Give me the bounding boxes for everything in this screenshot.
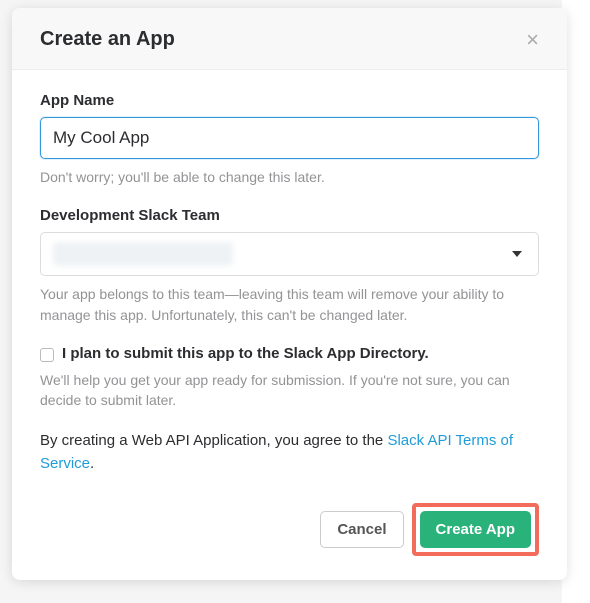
modal-title: Create an App	[40, 28, 175, 51]
create-app-button[interactable]: Create App	[420, 511, 531, 548]
app-name-label: App Name	[40, 92, 539, 109]
submit-directory-helper: We'll help you get your app ready for su…	[40, 370, 539, 411]
dev-team-field: Development Slack Team Your app belongs …	[40, 207, 539, 325]
modal-footer: Cancel Create App	[12, 485, 567, 580]
dev-team-helper: Your app belongs to this team—leaving th…	[40, 284, 539, 325]
create-button-highlight: Create App	[412, 503, 539, 556]
terms-text: By creating a Web API Application, you a…	[40, 430, 539, 475]
modal-header: Create an App ×	[12, 8, 567, 70]
create-app-modal: Create an App × App Name Don't worry; yo…	[12, 8, 567, 580]
chevron-down-icon	[512, 251, 522, 257]
submit-directory-field: I plan to submit this app to the Slack A…	[40, 345, 539, 411]
app-name-helper: Don't worry; you'll be able to change th…	[40, 167, 539, 187]
app-name-field: App Name Don't worry; you'll be able to …	[40, 92, 539, 187]
terms-suffix: .	[90, 455, 94, 472]
submit-directory-checkbox[interactable]	[40, 348, 54, 362]
cancel-button[interactable]: Cancel	[320, 511, 403, 548]
dev-team-select[interactable]	[40, 232, 539, 276]
submit-directory-label: I plan to submit this app to the Slack A…	[62, 345, 429, 362]
terms-prefix: By creating a Web API Application, you a…	[40, 432, 387, 449]
submit-directory-row: I plan to submit this app to the Slack A…	[40, 345, 539, 362]
modal-body: App Name Don't worry; you'll be able to …	[12, 70, 567, 485]
dev-team-value-redacted	[53, 242, 233, 266]
close-icon[interactable]: ×	[526, 29, 539, 51]
app-name-input[interactable]	[40, 117, 539, 159]
dev-team-label: Development Slack Team	[40, 207, 539, 224]
